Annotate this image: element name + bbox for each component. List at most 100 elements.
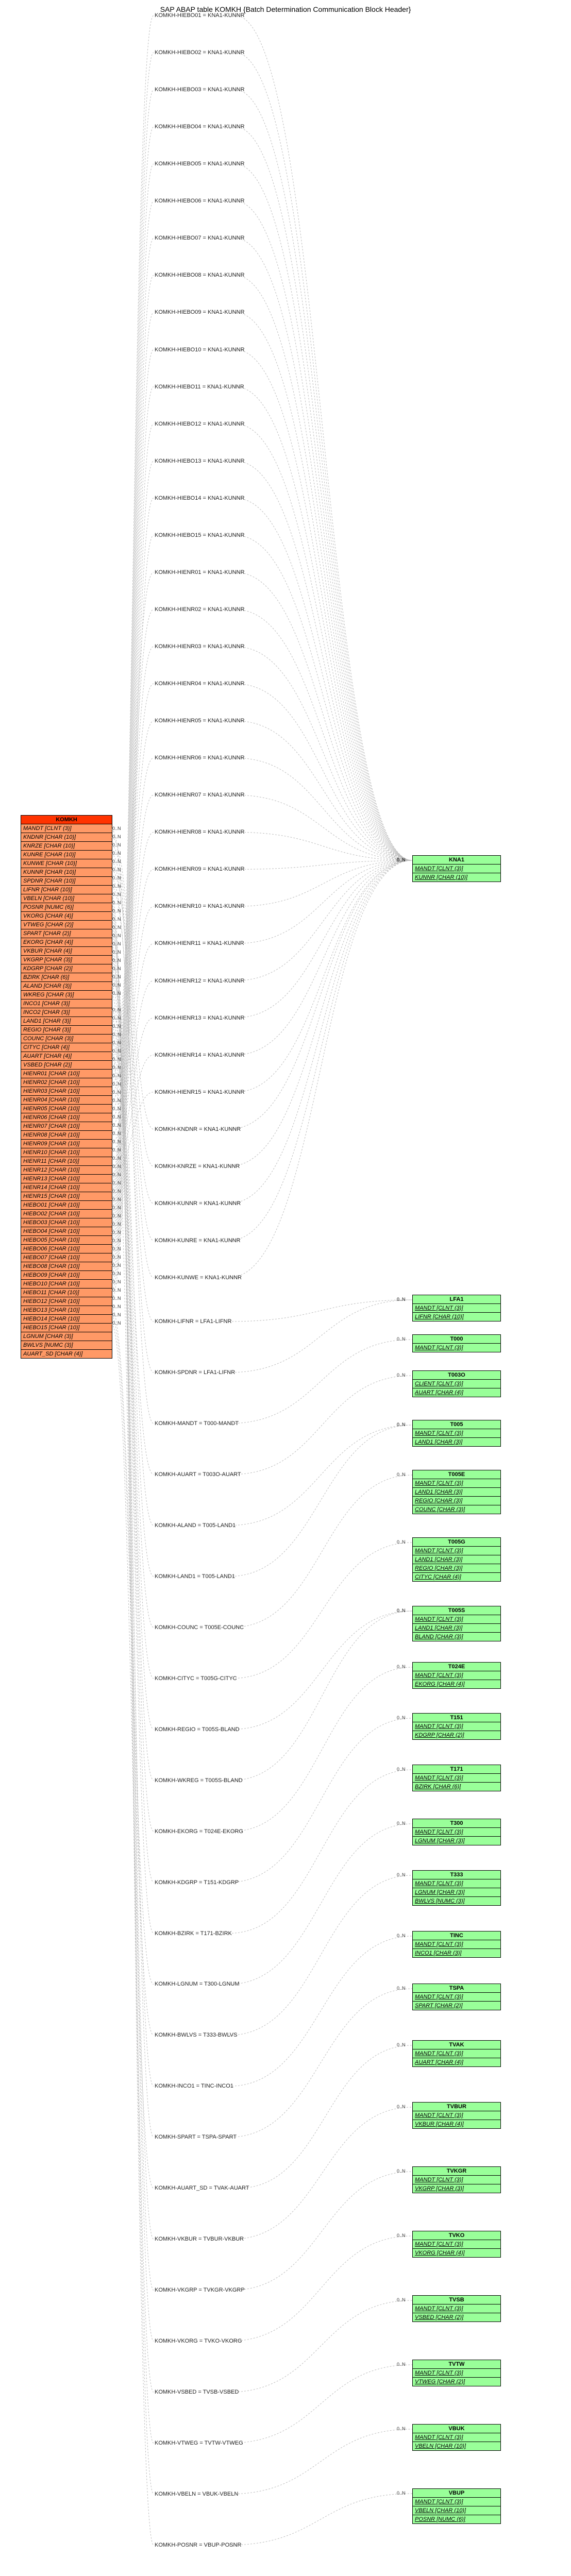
entity-field: LGNUM [CHAR (3)] — [413, 1837, 500, 1845]
cardinality-src: 0..N — [112, 1123, 121, 1128]
entity-header: TVSB — [413, 2296, 500, 2304]
cardinality-src: 0..N — [112, 1296, 121, 1301]
cardinality-src: 0..N — [112, 1246, 121, 1251]
entity-header: TINC — [413, 1931, 500, 1940]
edge-label: KOMKH-SPDNR = LFA1-LIFNR — [155, 1369, 235, 1376]
entity-tvak: TVAKMANDT [CLNT (3)]AUART [CHAR (4)] — [412, 2040, 501, 2067]
cardinality-src: 0..N — [112, 966, 121, 971]
komkh-field: BZIRK [CHAR (6)] — [21, 973, 112, 982]
edge-label: KOMKH-HIENR12 = KNA1-KUNNR — [155, 978, 245, 984]
entity-field: VKORG [CHAR (4)] — [413, 2249, 500, 2257]
komkh-field: HIEBO14 [CHAR (10)] — [21, 1315, 112, 1324]
komkh-field: WKREG [CHAR (3)] — [21, 991, 112, 999]
entity-field: VBELN [CHAR (10)] — [413, 2442, 500, 2450]
cardinality-dst: 0..N — [397, 1297, 406, 1302]
komkh-field: KUNNR [CHAR (10)] — [21, 868, 112, 877]
komkh-field: HIEBO06 [CHAR (10)] — [21, 1245, 112, 1253]
edge-label: KOMKH-HIEBO01 = KNA1-KUNNR — [155, 12, 245, 19]
entity-t003o: T003OCLIENT [CLNT (3)]AUART [CHAR (4)] — [412, 1370, 501, 1397]
cardinality-src: 0..N — [112, 859, 121, 864]
cardinality-src: 0..N — [112, 875, 121, 880]
edge-label: KOMKH-HIENR14 = KNA1-KUNNR — [155, 1052, 245, 1058]
edge-label: KOMKH-KUNRE = KNA1-KUNNR — [155, 1238, 241, 1244]
cardinality-src: 0..N — [112, 1114, 121, 1120]
edge-label: KOMKH-HIEBO06 = KNA1-KUNNR — [155, 198, 245, 204]
entity-t005: T005MANDT [CLNT (3)]LAND1 [CHAR (3)] — [412, 1420, 501, 1447]
edge-label: KOMKH-HIEBO05 = KNA1-KUNNR — [155, 161, 245, 167]
komkh-field: ALAND [CHAR (3)] — [21, 982, 112, 991]
entity-field: LAND1 [CHAR (3)] — [413, 1438, 500, 1446]
komkh-field: HIEBO05 [CHAR (10)] — [21, 1236, 112, 1245]
edge-label: KOMKH-HIEBO12 = KNA1-KUNNR — [155, 421, 245, 427]
entity-field: EKORG [CHAR (4)] — [413, 1680, 500, 1688]
edge-label: KOMKH-HIEBO10 = KNA1-KUNNR — [155, 347, 245, 353]
entity-field: MANDT [CLNT (3)] — [413, 1344, 500, 1352]
edge-label: KOMKH-HIENR08 = KNA1-KUNNR — [155, 829, 245, 835]
entity-t333: T333MANDT [CLNT (3)]LGNUM [CHAR (3)]BWLV… — [412, 1870, 501, 1906]
cardinality-src: 0..N — [112, 1081, 121, 1087]
entity-field: MANDT [CLNT (3)] — [413, 2369, 500, 2378]
cardinality-src: 0..N — [112, 1147, 121, 1153]
cardinality-src: 0..N — [112, 1189, 121, 1194]
cardinality-src: 0..N — [112, 1180, 121, 1185]
entity-t005e: T005EMANDT [CLNT (3)]LAND1 [CHAR (3)]REG… — [412, 1470, 501, 1514]
entity-field: LIFNR [CHAR (10)] — [413, 1313, 500, 1321]
cardinality-src: 0..N — [112, 908, 121, 913]
cardinality-dst: 0..N — [397, 2362, 406, 2367]
entity-header: T171 — [413, 1765, 500, 1774]
entity-field: INCO1 [CHAR (3)] — [413, 1949, 500, 1957]
edge-label: KOMKH-VTWEG = TVTW-VTWEG — [155, 2440, 243, 2446]
komkh-field: KUNWE [CHAR (10)] — [21, 859, 112, 868]
entity-header: VBUK — [413, 2425, 500, 2433]
entity-header: TVAK — [413, 2041, 500, 2049]
edge-label: KOMKH-VSBED = TVSB-VSBED — [155, 2389, 239, 2395]
komkh-field: HIEBO01 [CHAR (10)] — [21, 1201, 112, 1210]
komkh-field: HIENR13 [CHAR (10)] — [21, 1175, 112, 1183]
komkh-field: HIEBO07 [CHAR (10)] — [21, 1253, 112, 1262]
cardinality-dst: 0..N — [397, 1821, 406, 1826]
entity-field: MANDT [CLNT (3)] — [413, 1671, 500, 1680]
entity-field: VBELN [CHAR (10)] — [413, 2506, 500, 2515]
entity-field: POSNR [NUMC (6)] — [413, 2515, 500, 2523]
entity-header: TSPA — [413, 1984, 500, 1993]
edge-label: KOMKH-HIEBO15 = KNA1-KUNNR — [155, 532, 245, 538]
entity-tvtw: TVTWMANDT [CLNT (3)]VTWEG [CHAR (2)] — [412, 2360, 501, 2386]
entity-field: SPART [CHAR (2)] — [413, 2002, 500, 2010]
komkh-field: HIEBO03 [CHAR (10)] — [21, 1218, 112, 1227]
entity-header: T005E — [413, 1470, 500, 1479]
edge-label: KOMKH-HIEBO08 = KNA1-KUNNR — [155, 272, 245, 278]
komkh-field: HIEBO04 [CHAR (10)] — [21, 1227, 112, 1236]
entity-header: TVBUR — [413, 2103, 500, 2111]
cardinality-src: 0..N — [112, 1024, 121, 1029]
edge-label: KOMKH-HIENR04 = KNA1-KUNNR — [155, 681, 245, 687]
entity-header: TVTW — [413, 2360, 500, 2369]
edge-label: KOMKH-POSNR = VBUP-POSNR — [155, 2542, 241, 2548]
cardinality-dst: 0..N — [397, 2490, 406, 2496]
komkh-field: HIENR09 [CHAR (10)] — [21, 1140, 112, 1148]
edge-label: KOMKH-INCO1 = TINC-INCO1 — [155, 2083, 233, 2089]
cardinality-src: 0..N — [112, 950, 121, 955]
edge-label: KOMKH-HIEBO03 = KNA1-KUNNR — [155, 87, 245, 93]
cardinality-src: 0..N — [112, 1205, 121, 1210]
entity-field: MANDT [CLNT (3)] — [413, 2240, 500, 2249]
entity-field: KDGRP [CHAR (2)] — [413, 1731, 500, 1739]
cardinality-src: 0..N — [112, 1164, 121, 1169]
entity-header: T151 — [413, 1714, 500, 1722]
entity-t151: T151MANDT [CLNT (3)]KDGRP [CHAR (2)] — [412, 1713, 501, 1740]
entity-field: CITYC [CHAR (4)] — [413, 1573, 500, 1581]
komkh-field: LAND1 [CHAR (3)] — [21, 1017, 112, 1026]
cardinality-src: 0..N — [112, 1197, 121, 1202]
entity-komkh-header: KOMKH — [21, 816, 112, 824]
cardinality-src: 0..N — [112, 851, 121, 856]
cardinality-dst: 0..N — [397, 2426, 406, 2431]
cardinality-src: 0..N — [112, 834, 121, 839]
edge-label: KOMKH-VKORG = TVKO-VKORG — [155, 2338, 242, 2344]
cardinality-src: 0..N — [112, 867, 121, 872]
cardinality-dst: 0..N — [397, 1767, 406, 1772]
cardinality-src: 0..N — [112, 1172, 121, 1177]
komkh-field: INCO2 [CHAR (3)] — [21, 1008, 112, 1017]
edge-label: KOMKH-HIENR07 = KNA1-KUNNR — [155, 792, 245, 798]
cardinality-src: 0..N — [112, 1304, 121, 1309]
komkh-field: KNDNR [CHAR (10)] — [21, 833, 112, 842]
cardinality-dst: 0..N — [397, 1933, 406, 1938]
